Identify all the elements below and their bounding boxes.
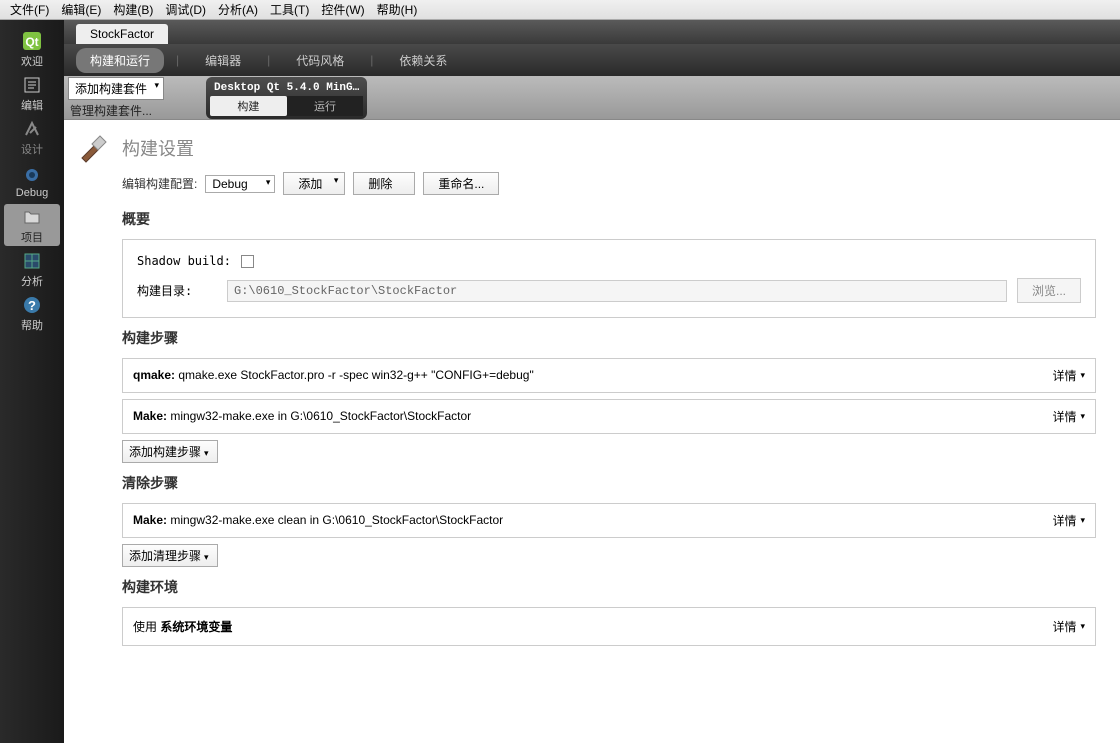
hammer-icon: [76, 130, 112, 166]
qmake-step: qmake: qmake.exe StockFactor.pro -r -spe…: [122, 358, 1096, 393]
shadow-build-checkbox[interactable]: [241, 255, 254, 268]
subtab-dependencies[interactable]: 依赖关系: [385, 48, 461, 73]
menu-build[interactable]: 构建(B): [107, 0, 159, 20]
separator: |: [370, 53, 373, 67]
clean-make-label: Make:: [133, 513, 167, 527]
sidebar-help[interactable]: ? 帮助: [4, 292, 60, 334]
add-kit-dropdown[interactable]: 添加构建套件: [68, 77, 164, 100]
qmake-label: qmake:: [133, 368, 175, 382]
manage-kits-link[interactable]: 管理构建套件...: [68, 102, 164, 119]
sidebar-projects[interactable]: 项目: [4, 204, 60, 246]
env-box: 使用 系统环境变量 详情: [122, 607, 1096, 646]
sidebar-label: 设计: [21, 141, 43, 157]
env-use-label: 使用: [133, 620, 160, 634]
config-label: 编辑构建配置:: [122, 175, 197, 192]
sidebar-label: 欢迎: [21, 53, 43, 69]
shadow-build-label: Shadow build:: [137, 254, 231, 268]
env-details-button[interactable]: 详情: [1052, 618, 1085, 635]
svg-text:Qt: Qt: [25, 35, 38, 49]
design-icon: [21, 118, 43, 140]
separator: |: [267, 53, 270, 67]
menu-widgets[interactable]: 控件(W): [315, 0, 370, 20]
analyze-icon: [21, 250, 43, 272]
section-build-env: 构建环境: [122, 577, 1108, 597]
sidebar-edit[interactable]: 编辑: [4, 72, 60, 114]
separator: |: [176, 53, 179, 67]
config-row: 编辑构建配置: Debug 添加 删除 重命名...: [122, 172, 1108, 195]
kit-tab-build[interactable]: 构建: [210, 96, 287, 116]
clean-details-button[interactable]: 详情: [1052, 512, 1085, 529]
menu-tools[interactable]: 工具(T): [264, 0, 315, 20]
kit-tab-run[interactable]: 运行: [287, 96, 364, 116]
sidebar-label: 分析: [21, 273, 43, 289]
overview-box: Shadow build: 构建目录: 浏览...: [122, 239, 1096, 318]
clean-make-step: Make: mingw32-make.exe clean in G:\0610_…: [122, 503, 1096, 538]
browse-button[interactable]: 浏览...: [1017, 278, 1081, 303]
sidebar-label: 帮助: [21, 317, 43, 333]
env-label: 系统环境变量: [160, 620, 232, 634]
sidebar-analyze[interactable]: 分析: [4, 248, 60, 290]
menu-analyze[interactable]: 分析(A): [212, 0, 264, 20]
sidebar-label: 编辑: [21, 97, 43, 113]
make-label: Make:: [133, 409, 167, 423]
left-sidebar: Qt 欢迎 编辑 设计 Debug 项目: [0, 20, 64, 743]
sidebar-welcome[interactable]: Qt 欢迎: [4, 28, 60, 70]
qmake-cmd: qmake.exe StockFactor.pro -r -spec win32…: [175, 368, 534, 382]
make-step: Make: mingw32-make.exe in G:\0610_StockF…: [122, 399, 1096, 434]
menu-edit[interactable]: 编辑(E): [55, 0, 107, 20]
kit-target: Desktop Qt 5.4.0 MinG… 构建 运行: [206, 77, 367, 119]
kit-target-title: Desktop Qt 5.4.0 MinG…: [210, 80, 363, 96]
section-clean-steps: 清除步骤: [122, 473, 1108, 493]
help-icon: ?: [21, 294, 43, 316]
sidebar-label: Debug: [16, 187, 48, 199]
qt-icon: Qt: [21, 30, 43, 52]
section-overview: 概要: [122, 209, 1108, 229]
project-tab[interactable]: StockFactor: [76, 24, 168, 44]
subtab-build-run[interactable]: 构建和运行: [76, 48, 164, 73]
qmake-details-button[interactable]: 详情: [1052, 367, 1085, 384]
menubar: 文件(F) 编辑(E) 构建(B) 调试(D) 分析(A) 工具(T) 控件(W…: [0, 0, 1120, 20]
config-select[interactable]: Debug: [205, 175, 275, 193]
project-tab-strip: StockFactor: [64, 20, 1120, 44]
config-add-button[interactable]: 添加: [283, 172, 345, 195]
make-details-button[interactable]: 详情: [1052, 408, 1085, 425]
settings-panel: 构建设置 编辑构建配置: Debug 添加 删除 重命名... 概要 Shado…: [64, 120, 1120, 743]
menu-file[interactable]: 文件(F): [4, 0, 55, 20]
config-rename-button[interactable]: 重命名...: [423, 172, 499, 195]
projects-icon: [21, 206, 43, 228]
menu-debug[interactable]: 调试(D): [159, 0, 212, 20]
sidebar-design[interactable]: 设计: [4, 116, 60, 158]
add-clean-step-button[interactable]: 添加清理步骤: [122, 544, 218, 567]
debug-icon: [21, 164, 43, 186]
menu-help[interactable]: 帮助(H): [371, 0, 424, 20]
clean-make-cmd: mingw32-make.exe clean in G:\0610_StockF…: [167, 513, 503, 527]
subtab-editor[interactable]: 编辑器: [191, 48, 255, 73]
edit-icon: [21, 74, 43, 96]
sidebar-label: 项目: [21, 229, 43, 245]
make-cmd: mingw32-make.exe in G:\0610_StockFactor\…: [167, 409, 471, 423]
config-remove-button[interactable]: 删除: [353, 172, 415, 195]
build-dir-label: 构建目录:: [137, 282, 217, 299]
add-build-step-button[interactable]: 添加构建步骤: [122, 440, 218, 463]
settings-title: 构建设置: [122, 135, 194, 161]
kit-bar: 添加构建套件 管理构建套件... Desktop Qt 5.4.0 MinG… …: [64, 76, 1120, 120]
build-dir-input[interactable]: [227, 280, 1007, 302]
subtab-code-style[interactable]: 代码风格: [282, 48, 358, 73]
svg-text:?: ?: [28, 298, 36, 313]
sidebar-debug[interactable]: Debug: [4, 160, 60, 202]
subtab-bar: 构建和运行 | 编辑器 | 代码风格 | 依赖关系: [64, 44, 1120, 76]
section-build-steps: 构建步骤: [122, 328, 1108, 348]
